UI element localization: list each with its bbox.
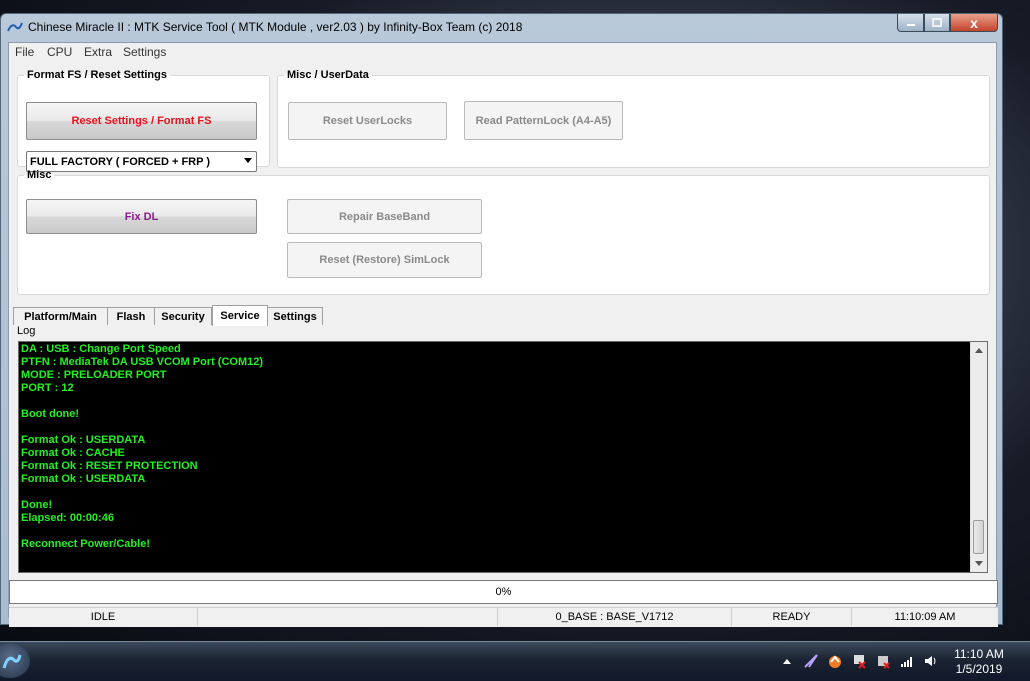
log-line: PTFN : MediaTek DA USB VCOM Port (COM12) xyxy=(21,356,264,368)
format-fs-legend: Format FS / Reset Settings xyxy=(27,69,167,81)
maximize-button[interactable] xyxy=(924,14,950,32)
app-window: Chinese Miracle II : MTK Service Tool ( … xyxy=(0,13,1003,627)
reset-simlock-button[interactable]: Reset (Restore) SimLock xyxy=(287,242,482,278)
close-icon: x xyxy=(970,14,978,31)
misc-legend: Misc xyxy=(27,169,52,181)
progress-text: 0% xyxy=(495,586,512,598)
fix-dl-button[interactable]: Fix DL xyxy=(26,199,257,234)
log-line: Boot done! xyxy=(21,408,80,420)
close-button[interactable]: x xyxy=(950,14,998,32)
read-patternlock-button[interactable]: Read PatternLock (A4-A5) xyxy=(464,101,623,140)
log-line: PORT : 12 xyxy=(21,382,74,394)
dropdown-arrow-icon xyxy=(244,158,252,163)
tab-settings[interactable]: Settings xyxy=(267,307,323,325)
maximize-icon xyxy=(932,18,942,27)
log-line: Reconnect Power/Cable! xyxy=(21,538,150,550)
taskbar-clock[interactable]: 11:10 AM 1/5/2019 xyxy=(948,647,1010,677)
menu-bar: File CPU Extra Settings xyxy=(9,43,996,62)
log-line: DA : USB : Change Port Speed xyxy=(21,343,181,355)
tray-expand-icon[interactable] xyxy=(778,652,796,670)
misc-userdata-legend: Misc / UserData xyxy=(287,69,369,81)
status-bar: IDLE 0_BASE : BASE_V1712 READY 11:10:09 … xyxy=(9,607,998,627)
log-line: MODE : PRELOADER PORT xyxy=(21,369,167,381)
minimize-button[interactable] xyxy=(897,14,924,32)
reset-settings-format-fs-button[interactable]: Reset Settings / Format FS xyxy=(26,102,257,140)
log-output[interactable]: DA : USB : Change Port Speed PTFN : Media… xyxy=(18,341,988,573)
client-area: File CPU Extra Settings Format FS / Rese… xyxy=(8,42,998,627)
log-line: Elapsed: 00:00:46 xyxy=(21,512,114,524)
log-line: Format Ok : USERDATA xyxy=(21,473,146,485)
network-signal-icon[interactable] xyxy=(898,652,916,670)
window-title: Chinese Miracle II : MTK Service Tool ( … xyxy=(28,20,523,34)
tab-security[interactable]: Security xyxy=(154,307,212,325)
log-line: Format Ok : USERDATA xyxy=(21,434,146,446)
system-tray xyxy=(778,652,940,670)
usb-device-icon[interactable] xyxy=(874,652,892,670)
menu-cpu[interactable]: CPU xyxy=(47,45,72,59)
log-lines: DA : USB : Change Port Speed PTFN : Media… xyxy=(21,343,263,551)
status-state: IDLE xyxy=(9,607,198,626)
status-base: 0_BASE : BASE_V1712 xyxy=(498,607,732,626)
status-ready: READY xyxy=(732,607,852,626)
status-empty xyxy=(198,607,498,626)
tab-platform-main[interactable]: Platform/Main xyxy=(13,307,108,325)
tab-service[interactable]: Service xyxy=(212,305,268,326)
log-label: Log xyxy=(17,325,36,337)
menu-file[interactable]: File xyxy=(15,45,34,59)
app-logo-icon xyxy=(7,22,23,32)
action-center-flag-icon[interactable] xyxy=(850,652,868,670)
scroll-up-icon[interactable] xyxy=(975,348,983,353)
scroll-thumb[interactable] xyxy=(973,520,984,554)
menu-settings[interactable]: Settings xyxy=(123,45,166,59)
minimize-icon xyxy=(906,23,915,26)
log-scrollbar[interactable] xyxy=(970,342,987,572)
menu-extra[interactable]: Extra xyxy=(84,45,112,59)
log-line: Format Ok : CACHE xyxy=(21,447,125,459)
tray-app-feather-icon[interactable] xyxy=(802,652,820,670)
taskbar-time: 11:10 AM xyxy=(954,647,1004,661)
avast-antivirus-icon[interactable] xyxy=(826,652,844,670)
log-line: Format Ok : RESET PROTECTION xyxy=(21,460,198,472)
scroll-down-icon[interactable] xyxy=(975,561,983,566)
status-time: 11:10:09 AM xyxy=(852,607,998,626)
format-mode-value: FULL FACTORY ( FORCED + FRP ) xyxy=(30,155,210,168)
tab-flash[interactable]: Flash xyxy=(107,307,155,325)
start-logo-icon xyxy=(2,654,22,669)
volume-icon[interactable] xyxy=(922,652,940,670)
title-bar[interactable]: Chinese Miracle II : MTK Service Tool ( … xyxy=(1,14,1002,42)
taskbar-date: 1/5/2019 xyxy=(955,662,1003,676)
progress-bar: 0% xyxy=(9,580,998,604)
start-button[interactable] xyxy=(0,644,30,678)
repair-baseband-button[interactable]: Repair BaseBand xyxy=(287,199,482,234)
log-line: Done! xyxy=(21,499,53,511)
taskbar: 11:10 AM 1/5/2019 xyxy=(0,641,1030,681)
reset-userlocks-button[interactable]: Reset UserLocks xyxy=(288,102,447,140)
